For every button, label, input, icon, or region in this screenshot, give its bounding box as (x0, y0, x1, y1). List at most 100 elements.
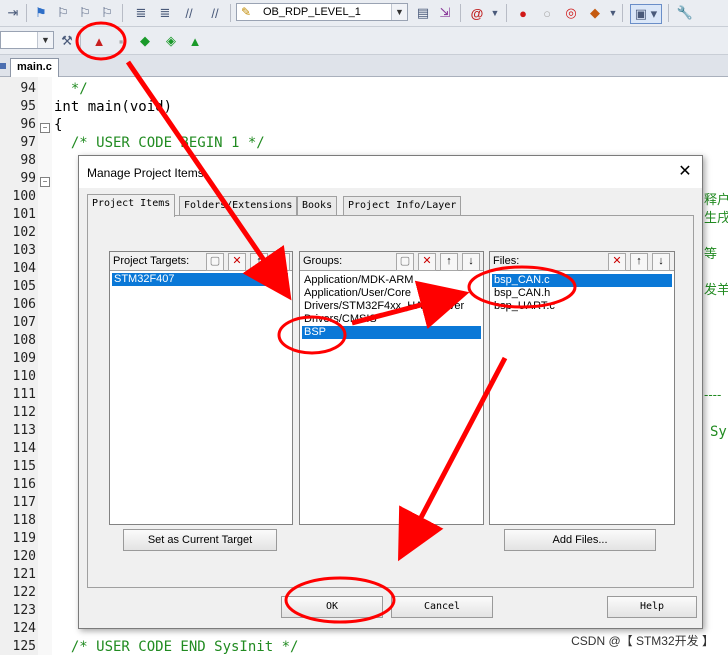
move-up-icon[interactable]: ↑ (250, 253, 268, 271)
editor-tab-strip: main.c (0, 55, 728, 77)
target-options-icon[interactable]: ⚒ (58, 32, 76, 50)
delete-icon[interactable]: ✕ (228, 253, 246, 271)
uncomment-icon[interactable]: // (206, 4, 224, 22)
next-bookmark-icon[interactable]: ⚐ (76, 4, 94, 22)
incremental-find-icon[interactable]: ⇲ (436, 4, 454, 22)
line-number: 122 (12, 585, 36, 600)
ok-button[interactable]: OK (281, 596, 383, 618)
group-item[interactable]: Drivers/CMSIS (302, 313, 379, 326)
line-number: 109 (12, 351, 36, 366)
fold-toggle-icon[interactable]: − (40, 177, 50, 187)
line-number: 112 (12, 405, 36, 420)
toolbar-separator (80, 32, 81, 50)
delete-icon[interactable]: ✕ (418, 253, 436, 271)
find-in-files-icon[interactable]: ▤ (414, 4, 432, 22)
build-toolbar: ⇥ ⚑ ⚐ ⚐ ⚐ ≣ ≣ // // ✎ OB_RDP_LEVEL_1 ▼ ▤… (0, 0, 728, 27)
run-time-env-icon[interactable]: ▲ (186, 32, 204, 50)
line-number: 103 (12, 243, 36, 258)
group-item-selected[interactable]: BSP (302, 326, 481, 339)
line-number: 113 (12, 423, 36, 438)
files-header: Files: ✕ ↑ ↓ (490, 252, 674, 271)
line-number: 95 (20, 99, 36, 114)
add-files-button[interactable]: Add Files... (504, 529, 656, 551)
line-number: 102 (12, 225, 36, 240)
dialog-title: Manage Project Items (87, 166, 204, 180)
help-button[interactable]: Help (607, 596, 697, 618)
line-number: 119 (12, 531, 36, 546)
indent-less-icon[interactable]: ≣ (156, 4, 174, 22)
line-number: 106 (12, 297, 36, 312)
file-item[interactable]: bsp_CAN.h (492, 287, 552, 300)
clear-breakpoints-icon[interactable]: ◎ (562, 4, 580, 22)
set-current-target-button[interactable]: Set as Current Target (123, 529, 277, 551)
toolbar-separator (26, 4, 27, 22)
disable-breakpoint-icon[interactable]: ○ (538, 4, 556, 22)
indent-more-icon[interactable]: ≣ (132, 4, 150, 22)
chevron-down-icon[interactable]: ▼ (604, 4, 622, 22)
line-number: 101 (12, 207, 36, 222)
tab-project-items[interactable]: Project Items (87, 194, 176, 217)
line-number: 110 (12, 369, 36, 384)
tab-marker (0, 63, 6, 69)
line-number: 99 (20, 171, 36, 186)
targets-listbox[interactable]: Project Targets: ▢ ✕ ↑ ↓ STM32F407 (109, 251, 293, 525)
manage-project-items-icon[interactable]: ▲ (90, 32, 108, 50)
pack-installer-icon[interactable]: ◈ (162, 32, 180, 50)
move-down-icon[interactable]: ↓ (272, 253, 290, 271)
chevron-down-icon[interactable]: ▼ (486, 4, 504, 22)
toolbar-separator (506, 4, 507, 22)
move-up-icon[interactable]: ↑ (630, 253, 648, 271)
manage-pack-icon[interactable]: ▪ (112, 32, 130, 50)
debug-icon[interactable]: @ (468, 4, 486, 22)
line-number: 123 (12, 603, 36, 618)
file-item-selected[interactable]: bsp_CAN.c (492, 274, 672, 287)
prev-bookmark-icon[interactable]: ⚐ (54, 4, 72, 22)
tab-books[interactable]: Books (297, 196, 338, 216)
group-item[interactable]: Drivers/STM32F4xx_HAL_Driver (302, 300, 466, 313)
group-item[interactable]: Application/User/Core (302, 287, 413, 300)
line-number: 118 (12, 513, 36, 528)
file-item[interactable]: bsp_UART.c (492, 300, 557, 313)
line-number: 120 (12, 549, 36, 564)
window-layout-icon[interactable]: ▣ ▾ (630, 4, 662, 24)
line-number: 94 (20, 81, 36, 96)
new-item-icon[interactable]: ▢ (396, 253, 414, 271)
select-pack-icon[interactable]: ◆ (136, 32, 154, 50)
chevron-down-icon[interactable]: ▼ (37, 32, 53, 48)
bookmark-icon[interactable]: ⚑ (32, 4, 50, 22)
new-item-icon[interactable]: ▢ (206, 253, 224, 271)
move-down-icon[interactable]: ↓ (462, 253, 480, 271)
group-item[interactable]: Application/MDK-ARM (302, 274, 415, 287)
find-combo[interactable]: ✎ OB_RDP_LEVEL_1 ▼ (236, 3, 408, 21)
chevron-down-icon[interactable]: ▼ (391, 4, 407, 20)
target-select[interactable]: ▼ (0, 31, 54, 49)
line-number: 116 (12, 477, 36, 492)
line-number: 104 (12, 261, 36, 276)
watermark: CSDN @【 STM32开发 】 (571, 634, 714, 648)
move-up-icon[interactable]: ↑ (440, 253, 458, 271)
groups-listbox[interactable]: Groups: ▢ ✕ ↑ ↓ Application/MDK-ARM Appl… (299, 251, 484, 525)
configure-icon[interactable]: 🔧 (676, 4, 694, 22)
toolbar-separator (460, 4, 461, 22)
comment-icon[interactable]: // (180, 4, 198, 22)
tab-folders-extensions[interactable]: Folders/Extensions (179, 196, 298, 216)
code-fragment: 等 (704, 246, 718, 261)
delete-icon[interactable]: ✕ (608, 253, 626, 271)
cancel-button[interactable]: Cancel (391, 596, 493, 618)
files-listbox[interactable]: Files: ✕ ↑ ↓ bsp_CAN.c bsp_CAN.h bsp_UAR… (489, 251, 675, 525)
line-number: 117 (12, 495, 36, 510)
tab-project-info-layer[interactable]: Project Info/Layer (343, 196, 462, 216)
move-down-icon[interactable]: ↓ (652, 253, 670, 271)
line-number: 115 (12, 459, 36, 474)
tab-main-c[interactable]: main.c (10, 58, 59, 77)
close-icon[interactable]: ✕ (676, 163, 694, 181)
toolbar-separator (622, 4, 623, 22)
line-number: 114 (12, 441, 36, 456)
target-item[interactable]: STM32F407 (112, 273, 288, 286)
kill-breakpoints-icon[interactable]: ◆ (586, 4, 604, 22)
indent-icon[interactable]: ⇥ (4, 4, 22, 22)
fold-toggle-icon[interactable]: − (40, 123, 50, 133)
breakpoint-icon[interactable]: ● (514, 4, 532, 22)
clear-bookmarks-icon[interactable]: ⚐ (98, 4, 116, 22)
line-number: 107 (12, 315, 36, 330)
